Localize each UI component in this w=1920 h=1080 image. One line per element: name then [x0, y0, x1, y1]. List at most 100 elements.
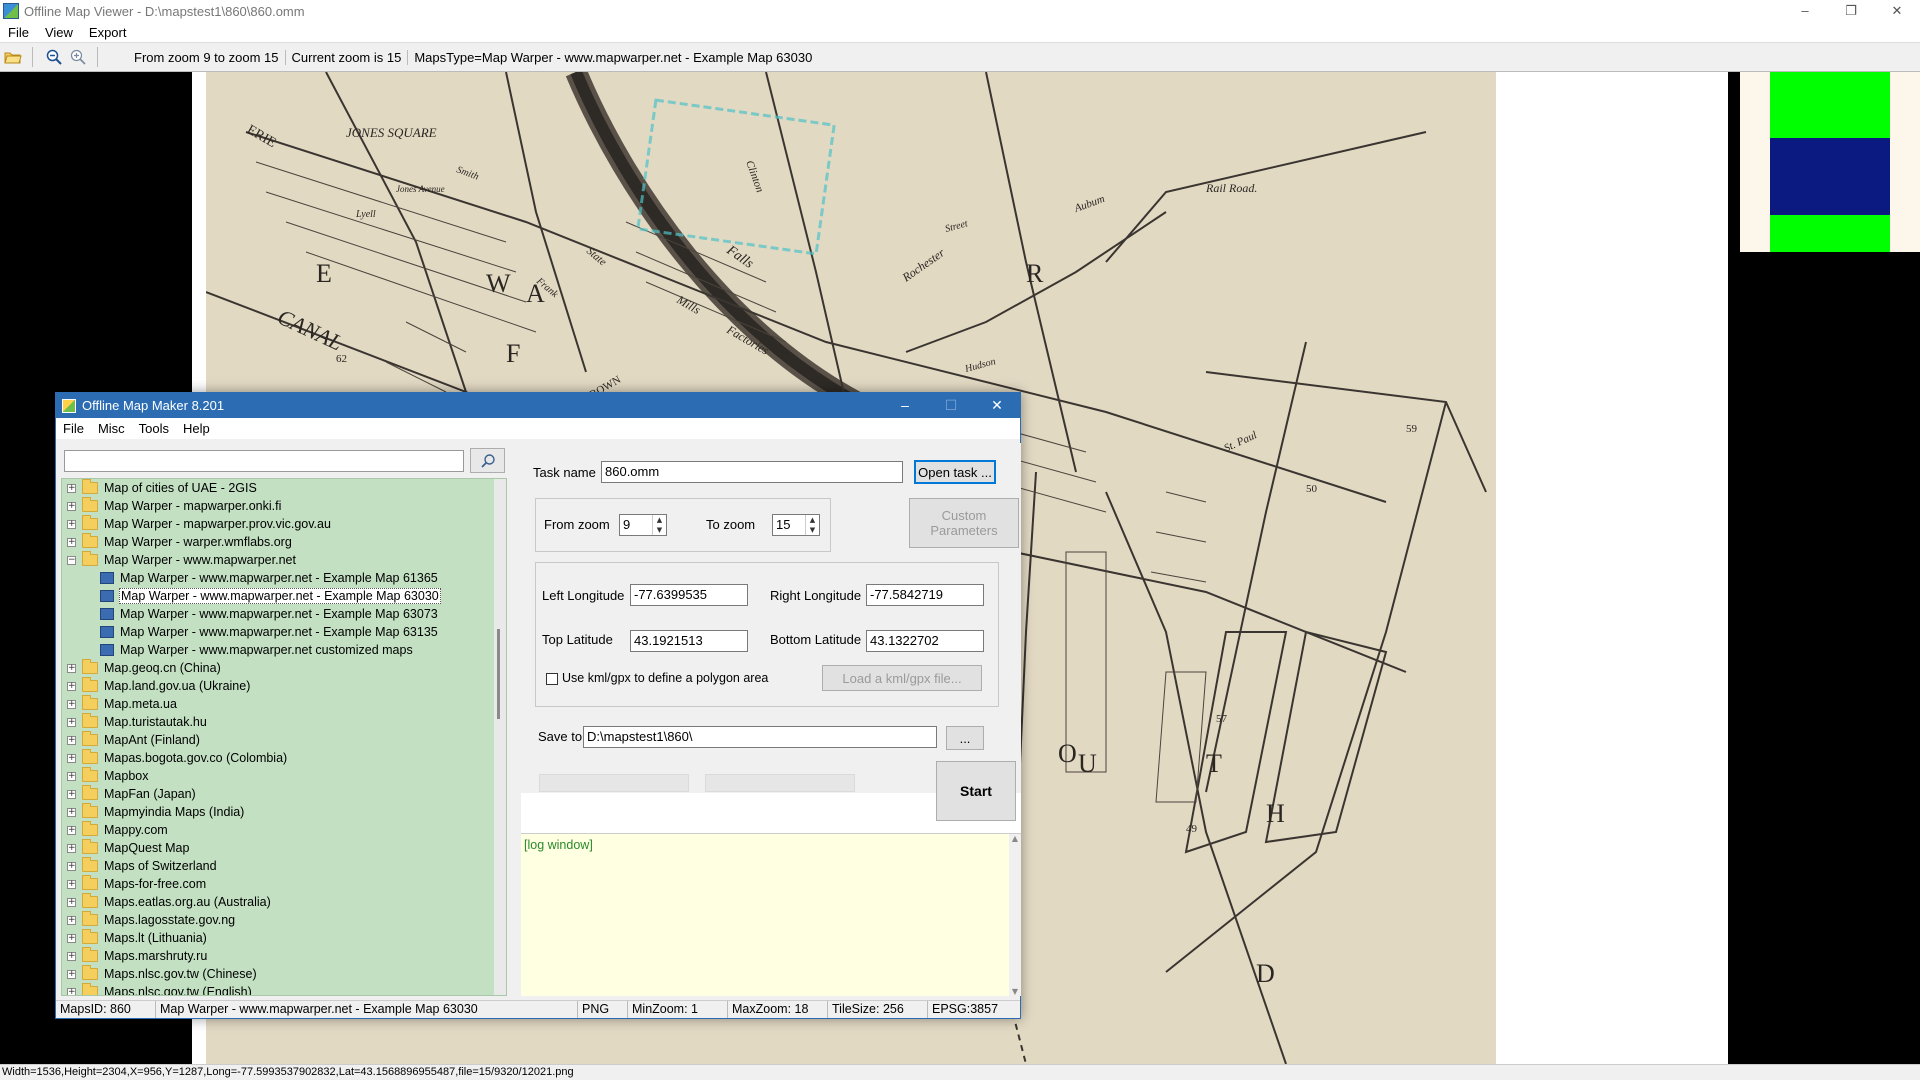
- menu-file[interactable]: File: [0, 25, 37, 40]
- tree-folder-item[interactable]: + Mapmyindia Maps (India): [62, 803, 506, 821]
- expand-icon[interactable]: +: [67, 969, 76, 979]
- stepper-arrows-icon[interactable]: ▲ ▼: [652, 515, 666, 535]
- map-source-pane: + Map of cities of UAE - 2GIS + Map Warper …: [59, 443, 509, 996]
- search-button[interactable]: [470, 448, 505, 473]
- menu-export[interactable]: Export: [81, 25, 135, 40]
- custom-parameters-button: Custom Parameters: [909, 498, 1019, 548]
- log-text: [log window]: [524, 838, 593, 852]
- expand-icon[interactable]: +: [67, 717, 76, 727]
- tree-item-label: Map.turistautak.hu: [104, 715, 207, 729]
- expand-icon[interactable]: +: [67, 501, 76, 511]
- expand-icon[interactable]: +: [67, 735, 76, 745]
- status-min-zoom: MinZoom: 1: [628, 1001, 728, 1018]
- tree-folder-item[interactable]: + Mapas.bogota.gov.co (Colombia): [62, 749, 506, 767]
- folder-icon: [82, 911, 98, 926]
- tree-item-label: Map.land.gov.ua (Ukraine): [104, 679, 251, 693]
- expand-icon[interactable]: +: [67, 843, 76, 853]
- left-longitude-input[interactable]: -77.6399535: [630, 584, 748, 606]
- menu-view[interactable]: View: [37, 25, 81, 40]
- tree-folder-item[interactable]: + MapFan (Japan): [62, 785, 506, 803]
- tree-folder-item[interactable]: + Map Warper - warper.wmflabs.org: [62, 533, 506, 551]
- stepper-arrows-icon[interactable]: ▲ ▼: [805, 515, 819, 535]
- expand-icon[interactable]: +: [67, 483, 76, 493]
- save-to-input[interactable]: D:\mapstest1\860\: [583, 726, 937, 748]
- tree-folder-item[interactable]: + Map.meta.ua: [62, 695, 506, 713]
- browse-button[interactable]: ...: [946, 726, 984, 750]
- folder-icon: [82, 551, 98, 566]
- expand-icon[interactable]: +: [67, 825, 76, 835]
- tree-folder-item[interactable]: + Map.turistautak.hu: [62, 713, 506, 731]
- tree-folder-item[interactable]: + MapQuest Map: [62, 839, 506, 857]
- tree-folder-item[interactable]: + Maps of Switzerland: [62, 857, 506, 875]
- expand-icon[interactable]: +: [67, 753, 76, 763]
- expand-icon[interactable]: +: [67, 861, 76, 871]
- minimize-icon[interactable]: –: [882, 393, 928, 418]
- tree-folder-item[interactable]: + Mappy.com: [62, 821, 506, 839]
- tree-folder-item[interactable]: + Maps-for-free.com: [62, 875, 506, 893]
- expand-icon[interactable]: +: [67, 681, 76, 691]
- tree-folder-item[interactable]: + Maps.nlsc.gov.tw (English): [62, 983, 506, 995]
- tree-folder-item[interactable]: + Map Warper - mapwarper.onki.fi: [62, 497, 506, 515]
- expand-icon[interactable]: +: [67, 519, 76, 529]
- tree-child-item[interactable]: Map Warper - www.mapwarper.net - Example…: [62, 569, 506, 587]
- tree-child-item[interactable]: Map Warper - www.mapwarper.net - Example…: [62, 587, 506, 605]
- expand-icon[interactable]: +: [67, 771, 76, 781]
- tree-folder-item[interactable]: + MapAnt (Finland): [62, 731, 506, 749]
- open-folder-icon[interactable]: [2, 46, 24, 68]
- zoom-out-icon[interactable]: [43, 46, 65, 68]
- task-name-input[interactable]: 860.omm: [601, 461, 903, 483]
- tree-folder-item[interactable]: + Map.geoq.cn (China): [62, 659, 506, 677]
- open-task-button[interactable]: Open task ...: [914, 460, 996, 484]
- expand-icon[interactable]: +: [67, 789, 76, 799]
- close-icon[interactable]: ✕: [1874, 0, 1920, 22]
- search-input[interactable]: [64, 450, 464, 472]
- menu-file[interactable]: File: [56, 421, 91, 436]
- tree-folder-item[interactable]: − Map Warper - www.mapwarper.net: [62, 551, 506, 569]
- menu-tools[interactable]: Tools: [132, 421, 176, 436]
- kml-checkbox[interactable]: [546, 673, 558, 685]
- log-scrollbar[interactable]: ▲ ▼: [1009, 834, 1021, 996]
- log-window[interactable]: [log window] ▲ ▼: [521, 833, 1021, 996]
- tree-folder-item[interactable]: + Maps.nlsc.gov.tw (Chinese): [62, 965, 506, 983]
- tree-folder-item[interactable]: + Map Warper - mapwarper.prov.vic.gov.au: [62, 515, 506, 533]
- tree-scrollbar[interactable]: [494, 479, 506, 995]
- maximize-icon[interactable]: ❐: [1828, 0, 1874, 22]
- from-zoom-stepper[interactable]: 9 ▲ ▼: [619, 514, 667, 536]
- tree-folder-item[interactable]: + Map of cities of UAE - 2GIS: [62, 479, 506, 497]
- bottom-latitude-input[interactable]: 43.1322702: [866, 630, 984, 652]
- tree-folder-item[interactable]: + Mapbox: [62, 767, 506, 785]
- tree-child-item[interactable]: Map Warper - www.mapwarper.net - Example…: [62, 623, 506, 641]
- expand-icon[interactable]: +: [67, 933, 76, 943]
- menu-misc[interactable]: Misc: [91, 421, 132, 436]
- expand-icon[interactable]: +: [67, 897, 76, 907]
- expand-icon[interactable]: +: [67, 699, 76, 709]
- start-button[interactable]: Start: [936, 761, 1016, 821]
- map-label: Lyell: [355, 209, 376, 220]
- expand-icon[interactable]: +: [67, 807, 76, 817]
- expand-icon[interactable]: +: [67, 951, 76, 961]
- folder-icon: [82, 785, 98, 800]
- expand-icon[interactable]: +: [67, 879, 76, 889]
- tree-folder-item[interactable]: + Maps.eatlas.org.au (Australia): [62, 893, 506, 911]
- to-zoom-stepper[interactable]: 15 ▲ ▼: [772, 514, 820, 536]
- zoom-in-icon[interactable]: [67, 46, 89, 68]
- top-latitude-input[interactable]: 43.1921513: [630, 630, 748, 652]
- minimize-icon[interactable]: –: [1782, 0, 1828, 22]
- expand-icon[interactable]: +: [67, 987, 76, 995]
- tree-folder-item[interactable]: + Maps.lagosstate.gov.ng: [62, 911, 506, 929]
- expand-icon[interactable]: +: [67, 915, 76, 925]
- tree-child-item[interactable]: Map Warper - www.mapwarper.net customize…: [62, 641, 506, 659]
- expand-icon[interactable]: +: [67, 537, 76, 547]
- tree-folder-item[interactable]: + Map.land.gov.ua (Ukraine): [62, 677, 506, 695]
- map-source-tree[interactable]: + Map of cities of UAE - 2GIS + Map Warper …: [61, 478, 507, 996]
- right-longitude-input[interactable]: -77.5842719: [866, 584, 984, 606]
- tree-folder-item[interactable]: + Maps.lt (Lithuania): [62, 929, 506, 947]
- close-icon[interactable]: ✕: [974, 393, 1020, 418]
- collapse-icon[interactable]: −: [67, 555, 76, 565]
- tree-item-label: Mapbox: [104, 769, 149, 783]
- current-zoom-text: Current zoom is 15: [284, 49, 408, 65]
- menu-help[interactable]: Help: [176, 421, 217, 436]
- tree-folder-item[interactable]: + Maps.marshruty.ru: [62, 947, 506, 965]
- tree-child-item[interactable]: Map Warper - www.mapwarper.net - Example…: [62, 605, 506, 623]
- expand-icon[interactable]: +: [67, 663, 76, 673]
